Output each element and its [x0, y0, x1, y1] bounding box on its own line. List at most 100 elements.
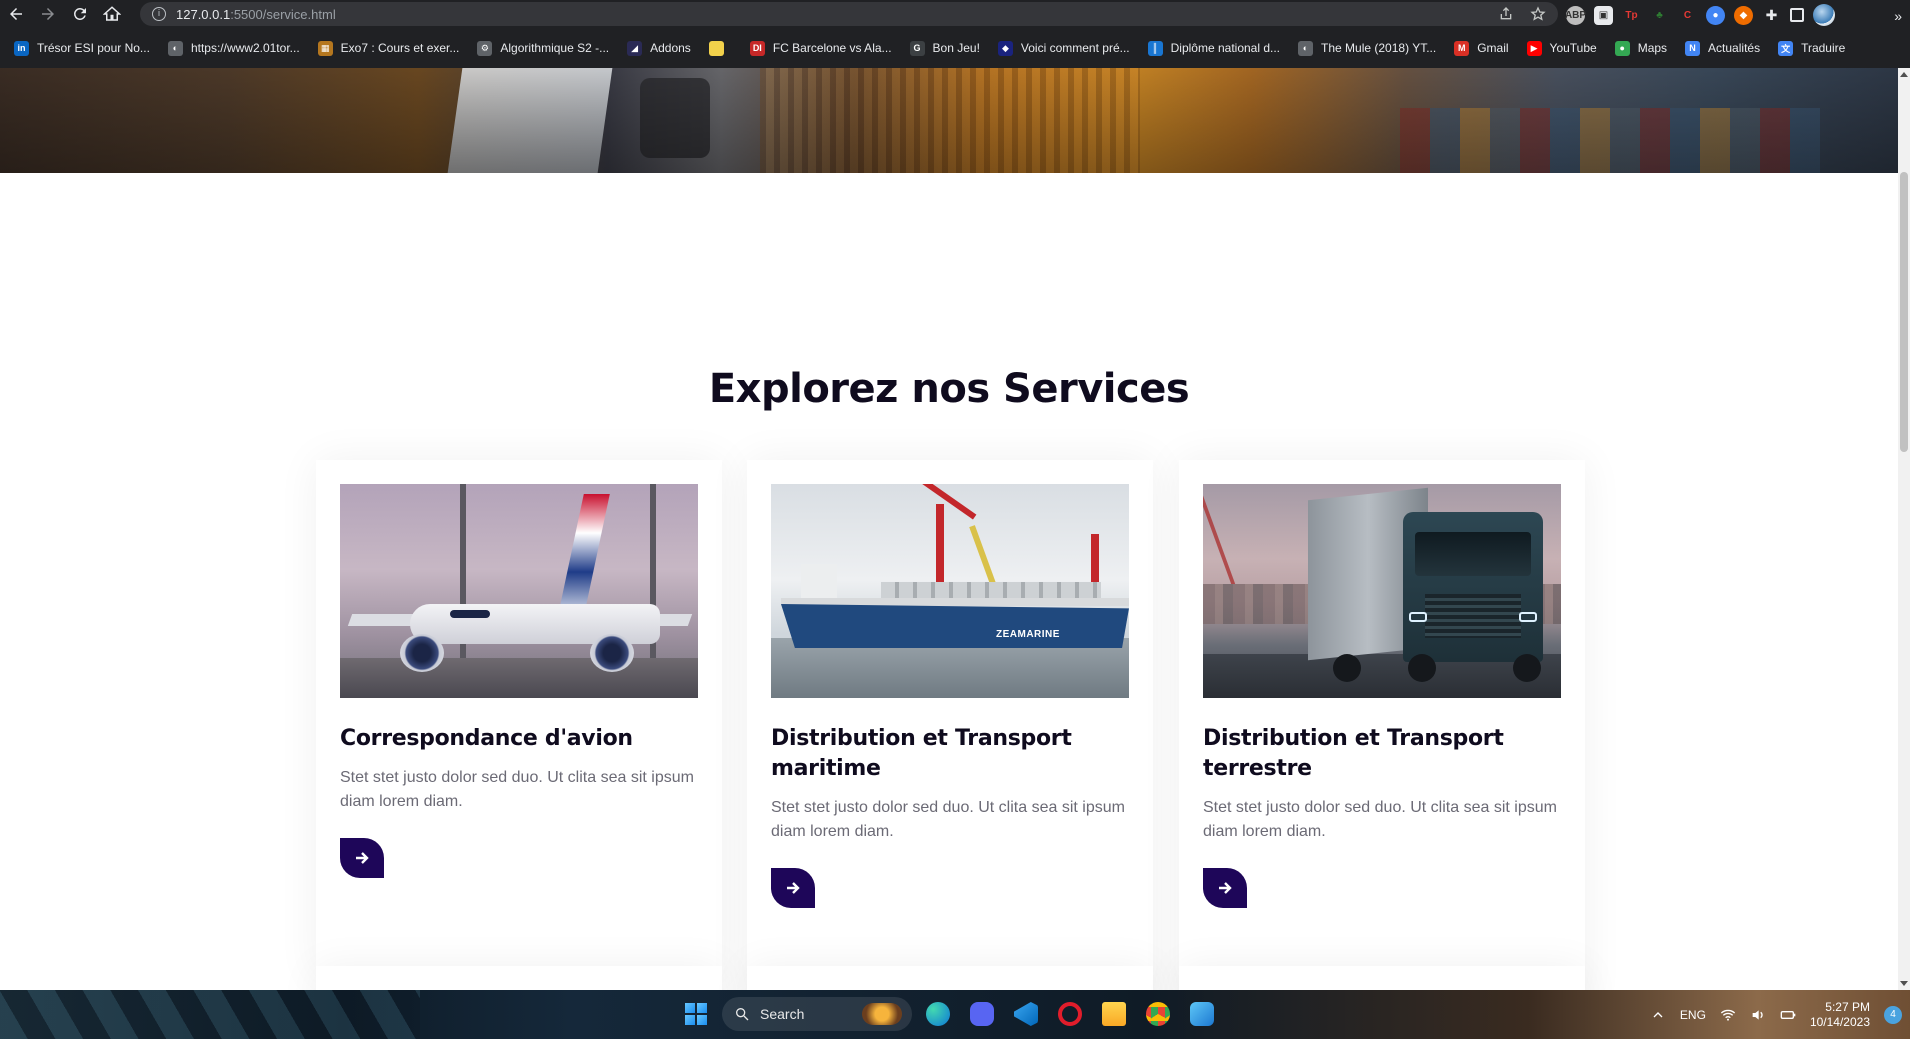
card-read-more-button[interactable] — [771, 868, 815, 908]
bookmark-item[interactable]: G Bon Jeu! — [909, 34, 986, 62]
arrow-right-icon — [787, 882, 800, 894]
gmail-icon: M — [1454, 40, 1470, 56]
bookmark-item[interactable]: ◢ Addons — [627, 34, 697, 62]
opera-icon[interactable] — [1052, 996, 1088, 1032]
discord-icon[interactable] — [964, 996, 1000, 1032]
battery-icon[interactable] — [1780, 1007, 1796, 1023]
arrow-right-icon — [1219, 882, 1232, 894]
photos-icon[interactable] — [1184, 996, 1220, 1032]
chevron-up-icon[interactable] — [1650, 1007, 1666, 1023]
tp-icon[interactable]: Tp — [1622, 6, 1641, 25]
wifi-icon[interactable] — [1720, 1007, 1736, 1023]
service-card-air: Correspondance d'avion Stet stet justo d… — [316, 460, 722, 978]
card-title: Correspondance d'avion — [340, 726, 633, 751]
card-description: Stet stet justo dolor sed duo. Ut clita … — [771, 799, 1125, 840]
site-info-icon[interactable]: i — [152, 7, 166, 21]
reload-button[interactable] — [64, 0, 96, 28]
truck-photo — [1203, 484, 1561, 698]
reload-icon — [73, 7, 86, 20]
bookmark-item[interactable]: ║ Diplôme national d... — [1147, 34, 1286, 62]
bookmark-item[interactable]: ● Maps — [1614, 34, 1673, 62]
scroll-up-icon[interactable] — [1900, 72, 1908, 77]
bookmark-label: Diplôme national d... — [1170, 41, 1281, 55]
home-button[interactable] — [96, 0, 128, 28]
file-explorer-icon[interactable] — [1096, 996, 1132, 1032]
chart-icon: ║ — [1147, 40, 1163, 56]
language-indicator[interactable]: ENG — [1680, 1008, 1706, 1022]
url-host: 127.0.0.1 — [176, 6, 231, 22]
c-icon[interactable]: C — [1678, 6, 1697, 25]
service-card-peek — [316, 966, 722, 990]
color-picker-icon[interactable]: ● — [1706, 5, 1725, 25]
windows-taskbar: Search ENG 5:27 PM 10/14/2023 4 — [0, 990, 1910, 1039]
profile-avatar[interactable] — [1813, 4, 1835, 26]
bookmark-item[interactable]: N Actualités — [1685, 34, 1766, 62]
chrome-icon[interactable] — [1140, 996, 1176, 1032]
arrow-left-icon — [10, 8, 22, 20]
arrow-right-icon — [42, 8, 54, 20]
bookmark-item[interactable]: ◐ https://www2.01tor... — [167, 34, 306, 62]
bookmark-label: Gmail — [1477, 41, 1509, 55]
shield-icon: ◆ — [997, 40, 1013, 56]
windows-start-icon[interactable] — [678, 996, 714, 1032]
card-read-more-button[interactable] — [340, 838, 384, 878]
bookmark-star-icon[interactable] — [1530, 6, 1546, 22]
back-button[interactable] — [0, 0, 32, 28]
card-read-more-button[interactable] — [1203, 868, 1247, 908]
bookmark-label: YouTube — [1549, 41, 1597, 55]
bookmark-item[interactable] — [708, 34, 738, 62]
service-card-land: Distribution et Transport terrestre Stet… — [1179, 460, 1585, 990]
bookmark-item[interactable]: ▦ Exo7 : Cours et exer... — [317, 34, 466, 62]
di-icon: DI — [749, 40, 765, 56]
system-tray: ENG 5:27 PM 10/14/2023 4 — [1650, 990, 1902, 1039]
taskbar-search[interactable]: Search — [722, 997, 912, 1031]
puzzle-icon[interactable]: ✚ — [1762, 6, 1781, 25]
bookmark-item[interactable]: M Gmail — [1454, 34, 1514, 62]
browser-toolbar: i 127.0.0.1 :5500/service.html ABP ▣ Tp … — [0, 0, 1910, 28]
taskbar-clock[interactable]: 5:27 PM 10/14/2023 — [1810, 1000, 1870, 1030]
edge-icon[interactable] — [920, 996, 956, 1032]
youtube-icon: ▶ — [1526, 40, 1542, 56]
scroll-down-icon[interactable] — [1900, 981, 1908, 986]
section-title: Explorez nos Services — [708, 366, 1190, 412]
volume-icon[interactable] — [1750, 1007, 1766, 1023]
bookmark-label: https://www2.01tor... — [190, 41, 300, 55]
vscode-icon[interactable] — [1008, 996, 1044, 1032]
bookmark-item[interactable]: in Trésor ESI pour No... — [14, 34, 156, 62]
bookmark-item[interactable]: DI FC Barcelone vs Ala... — [749, 34, 898, 62]
bookmark-label: FC Barcelone vs Ala... — [772, 41, 892, 55]
bookmark-label: Traduire — [1801, 41, 1846, 55]
address-bar[interactable]: i 127.0.0.1 :5500/service.html — [140, 2, 1558, 26]
bookmark-item[interactable]: ▶ YouTube — [1526, 34, 1603, 62]
extensions-area: ABP ▣ Tp ♣ C ● ◆ ✚ — [1565, 4, 1835, 26]
bookmark-label: Trésor ESI pour No... — [37, 41, 150, 55]
service-card-peek — [747, 966, 1153, 990]
bookmarks-bar: in Trésor ESI pour No... ◐ https://www2.01t… — [0, 28, 1910, 68]
clock-time: 5:27 PM — [1825, 999, 1870, 1014]
share-icon[interactable] — [1498, 6, 1514, 22]
service-card-peek — [1179, 966, 1585, 990]
scrollbar-thumb[interactable] — [1900, 172, 1908, 452]
translate-icon: 文 — [1778, 40, 1794, 56]
service-card-sea: ZEAMARINE Distribution et Transport mari… — [747, 460, 1153, 990]
bookmark-item[interactable]: ◐ The Mule (2018) YT... — [1298, 34, 1442, 62]
adblock-icon[interactable]: ABP — [1565, 5, 1586, 25]
airplane-photo — [340, 484, 698, 698]
bookmark-item[interactable]: 文 Traduire — [1778, 34, 1851, 62]
bookmark-label: Exo7 : Cours et exer... — [340, 41, 460, 55]
bookmark-item[interactable]: ⚙ Algorithmique S2 -... — [477, 34, 615, 62]
side-panel-icon[interactable] — [1790, 8, 1804, 22]
notification-badge[interactable]: 4 — [1884, 1005, 1902, 1024]
google-icon: G — [909, 40, 925, 56]
page-scrollbar[interactable] — [1898, 68, 1910, 990]
grid-icon: ▦ — [317, 40, 333, 56]
bookmark-item[interactable]: ◆ Voici comment pré... — [997, 34, 1136, 62]
leaf-icon[interactable]: ♣ — [1650, 6, 1669, 25]
search-icon — [736, 1008, 749, 1021]
window-icon[interactable]: ▣ — [1594, 5, 1613, 25]
bookmarks-overflow-icon[interactable]: » — [1894, 8, 1902, 24]
card-title: Distribution et Transport maritime — [771, 726, 1072, 781]
clock-date: 10/14/2023 — [1809, 1014, 1870, 1029]
forward-button[interactable] — [32, 0, 64, 28]
fox-icon[interactable]: ◆ — [1734, 5, 1753, 25]
